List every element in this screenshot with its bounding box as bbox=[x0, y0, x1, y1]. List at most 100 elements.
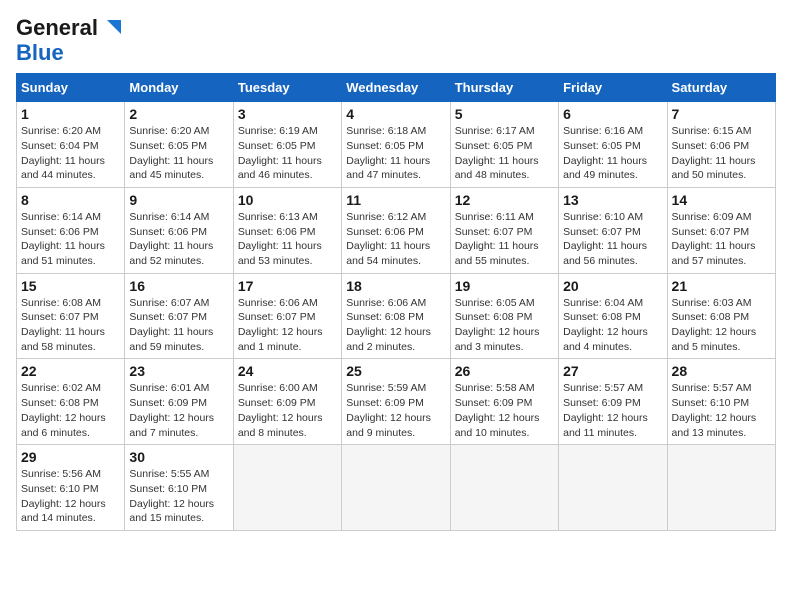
logo-icon bbox=[101, 16, 121, 36]
day-cell: 23 Sunrise: 6:01 AM Sunset: 6:09 PM Dayl… bbox=[125, 359, 233, 445]
sunrise: Sunrise: 6:17 AM bbox=[455, 125, 535, 137]
day-number: 28 bbox=[672, 363, 771, 379]
day-number: 27 bbox=[563, 363, 662, 379]
week-row-1: 1 Sunrise: 6:20 AM Sunset: 6:04 PM Dayli… bbox=[17, 102, 776, 188]
day-cell: 28 Sunrise: 5:57 AM Sunset: 6:10 PM Dayl… bbox=[667, 359, 775, 445]
sunrise: Sunrise: 5:57 AM bbox=[563, 382, 643, 394]
sunrise: Sunrise: 5:57 AM bbox=[672, 382, 752, 394]
day-cell: 19 Sunrise: 6:05 AM Sunset: 6:08 PM Dayl… bbox=[450, 273, 558, 359]
sunset: Sunset: 6:07 PM bbox=[238, 311, 316, 323]
day-number: 23 bbox=[129, 363, 228, 379]
day-number: 9 bbox=[129, 192, 228, 208]
day-cell: 15 Sunrise: 6:08 AM Sunset: 6:07 PM Dayl… bbox=[17, 273, 125, 359]
sunrise: Sunrise: 5:59 AM bbox=[346, 382, 426, 394]
day-number: 13 bbox=[563, 192, 662, 208]
sunrise: Sunrise: 6:15 AM bbox=[672, 125, 752, 137]
day-info: Sunrise: 6:13 AM Sunset: 6:06 PM Dayligh… bbox=[238, 210, 337, 269]
day-number: 20 bbox=[563, 278, 662, 294]
daylight: Daylight: 12 hours and 14 minutes. bbox=[21, 498, 106, 525]
sunset: Sunset: 6:09 PM bbox=[563, 397, 641, 409]
day-info: Sunrise: 6:20 AM Sunset: 6:05 PM Dayligh… bbox=[129, 124, 228, 183]
day-cell: 29 Sunrise: 5:56 AM Sunset: 6:10 PM Dayl… bbox=[17, 445, 125, 531]
day-cell: 10 Sunrise: 6:13 AM Sunset: 6:06 PM Dayl… bbox=[233, 187, 341, 273]
sunset: Sunset: 6:07 PM bbox=[563, 226, 641, 238]
sunrise: Sunrise: 6:07 AM bbox=[129, 297, 209, 309]
sunrise: Sunrise: 6:20 AM bbox=[129, 125, 209, 137]
day-number: 17 bbox=[238, 278, 337, 294]
day-info: Sunrise: 5:56 AM Sunset: 6:10 PM Dayligh… bbox=[21, 467, 120, 526]
day-number: 2 bbox=[129, 106, 228, 122]
day-cell: 4 Sunrise: 6:18 AM Sunset: 6:05 PM Dayli… bbox=[342, 102, 450, 188]
day-number: 8 bbox=[21, 192, 120, 208]
sunset: Sunset: 6:09 PM bbox=[455, 397, 533, 409]
day-cell: 11 Sunrise: 6:12 AM Sunset: 6:06 PM Dayl… bbox=[342, 187, 450, 273]
day-info: Sunrise: 6:14 AM Sunset: 6:06 PM Dayligh… bbox=[129, 210, 228, 269]
day-cell: 20 Sunrise: 6:04 AM Sunset: 6:08 PM Dayl… bbox=[559, 273, 667, 359]
daylight: Daylight: 11 hours and 48 minutes. bbox=[455, 155, 539, 182]
sunrise: Sunrise: 6:14 AM bbox=[21, 211, 101, 223]
day-cell: 14 Sunrise: 6:09 AM Sunset: 6:07 PM Dayl… bbox=[667, 187, 775, 273]
sunset: Sunset: 6:06 PM bbox=[21, 226, 99, 238]
day-cell: 25 Sunrise: 5:59 AM Sunset: 6:09 PM Dayl… bbox=[342, 359, 450, 445]
day-number: 4 bbox=[346, 106, 445, 122]
sunset: Sunset: 6:09 PM bbox=[129, 397, 207, 409]
sunset: Sunset: 6:07 PM bbox=[21, 311, 99, 323]
day-cell bbox=[559, 445, 667, 531]
sunset: Sunset: 6:04 PM bbox=[21, 140, 99, 152]
day-number: 15 bbox=[21, 278, 120, 294]
sunset: Sunset: 6:10 PM bbox=[21, 483, 99, 495]
day-cell bbox=[233, 445, 341, 531]
day-cell: 8 Sunrise: 6:14 AM Sunset: 6:06 PM Dayli… bbox=[17, 187, 125, 273]
day-info: Sunrise: 6:10 AM Sunset: 6:07 PM Dayligh… bbox=[563, 210, 662, 269]
day-info: Sunrise: 5:59 AM Sunset: 6:09 PM Dayligh… bbox=[346, 381, 445, 440]
sunrise: Sunrise: 6:00 AM bbox=[238, 382, 318, 394]
day-number: 10 bbox=[238, 192, 337, 208]
daylight: Daylight: 11 hours and 54 minutes. bbox=[346, 240, 430, 267]
header-monday: Monday bbox=[125, 74, 233, 102]
sunrise: Sunrise: 6:09 AM bbox=[672, 211, 752, 223]
day-number: 1 bbox=[21, 106, 120, 122]
day-cell: 6 Sunrise: 6:16 AM Sunset: 6:05 PM Dayli… bbox=[559, 102, 667, 188]
sunrise: Sunrise: 5:55 AM bbox=[129, 468, 209, 480]
daylight: Daylight: 12 hours and 3 minutes. bbox=[455, 326, 540, 353]
sunrise: Sunrise: 6:06 AM bbox=[238, 297, 318, 309]
header-tuesday: Tuesday bbox=[233, 74, 341, 102]
sunrise: Sunrise: 6:10 AM bbox=[563, 211, 643, 223]
day-info: Sunrise: 6:16 AM Sunset: 6:05 PM Dayligh… bbox=[563, 124, 662, 183]
day-info: Sunrise: 5:57 AM Sunset: 6:09 PM Dayligh… bbox=[563, 381, 662, 440]
day-info: Sunrise: 6:14 AM Sunset: 6:06 PM Dayligh… bbox=[21, 210, 120, 269]
daylight: Daylight: 12 hours and 7 minutes. bbox=[129, 412, 214, 439]
day-cell: 12 Sunrise: 6:11 AM Sunset: 6:07 PM Dayl… bbox=[450, 187, 558, 273]
sunrise: Sunrise: 6:20 AM bbox=[21, 125, 101, 137]
sunset: Sunset: 6:05 PM bbox=[455, 140, 533, 152]
sunset: Sunset: 6:06 PM bbox=[346, 226, 424, 238]
sunrise: Sunrise: 6:02 AM bbox=[21, 382, 101, 394]
sunset: Sunset: 6:08 PM bbox=[672, 311, 750, 323]
day-cell: 9 Sunrise: 6:14 AM Sunset: 6:06 PM Dayli… bbox=[125, 187, 233, 273]
daylight: Daylight: 11 hours and 44 minutes. bbox=[21, 155, 105, 182]
daylight: Daylight: 11 hours and 52 minutes. bbox=[129, 240, 213, 267]
sunset: Sunset: 6:05 PM bbox=[346, 140, 424, 152]
daylight: Daylight: 11 hours and 49 minutes. bbox=[563, 155, 647, 182]
day-cell: 7 Sunrise: 6:15 AM Sunset: 6:06 PM Dayli… bbox=[667, 102, 775, 188]
sunrise: Sunrise: 6:01 AM bbox=[129, 382, 209, 394]
day-number: 25 bbox=[346, 363, 445, 379]
week-row-3: 15 Sunrise: 6:08 AM Sunset: 6:07 PM Dayl… bbox=[17, 273, 776, 359]
day-cell bbox=[342, 445, 450, 531]
week-row-4: 22 Sunrise: 6:02 AM Sunset: 6:08 PM Dayl… bbox=[17, 359, 776, 445]
daylight: Daylight: 12 hours and 8 minutes. bbox=[238, 412, 323, 439]
sunrise: Sunrise: 6:11 AM bbox=[455, 211, 534, 223]
day-info: Sunrise: 6:06 AM Sunset: 6:08 PM Dayligh… bbox=[346, 296, 445, 355]
day-cell: 13 Sunrise: 6:10 AM Sunset: 6:07 PM Dayl… bbox=[559, 187, 667, 273]
day-info: Sunrise: 6:06 AM Sunset: 6:07 PM Dayligh… bbox=[238, 296, 337, 355]
sunset: Sunset: 6:09 PM bbox=[346, 397, 424, 409]
day-info: Sunrise: 6:07 AM Sunset: 6:07 PM Dayligh… bbox=[129, 296, 228, 355]
daylight: Daylight: 12 hours and 13 minutes. bbox=[672, 412, 757, 439]
header-saturday: Saturday bbox=[667, 74, 775, 102]
daylight: Daylight: 12 hours and 9 minutes. bbox=[346, 412, 431, 439]
sunrise: Sunrise: 6:19 AM bbox=[238, 125, 318, 137]
sunrise: Sunrise: 6:04 AM bbox=[563, 297, 643, 309]
sunrise: Sunrise: 6:03 AM bbox=[672, 297, 752, 309]
day-number: 12 bbox=[455, 192, 554, 208]
logo-text-blue: Blue bbox=[16, 41, 64, 65]
